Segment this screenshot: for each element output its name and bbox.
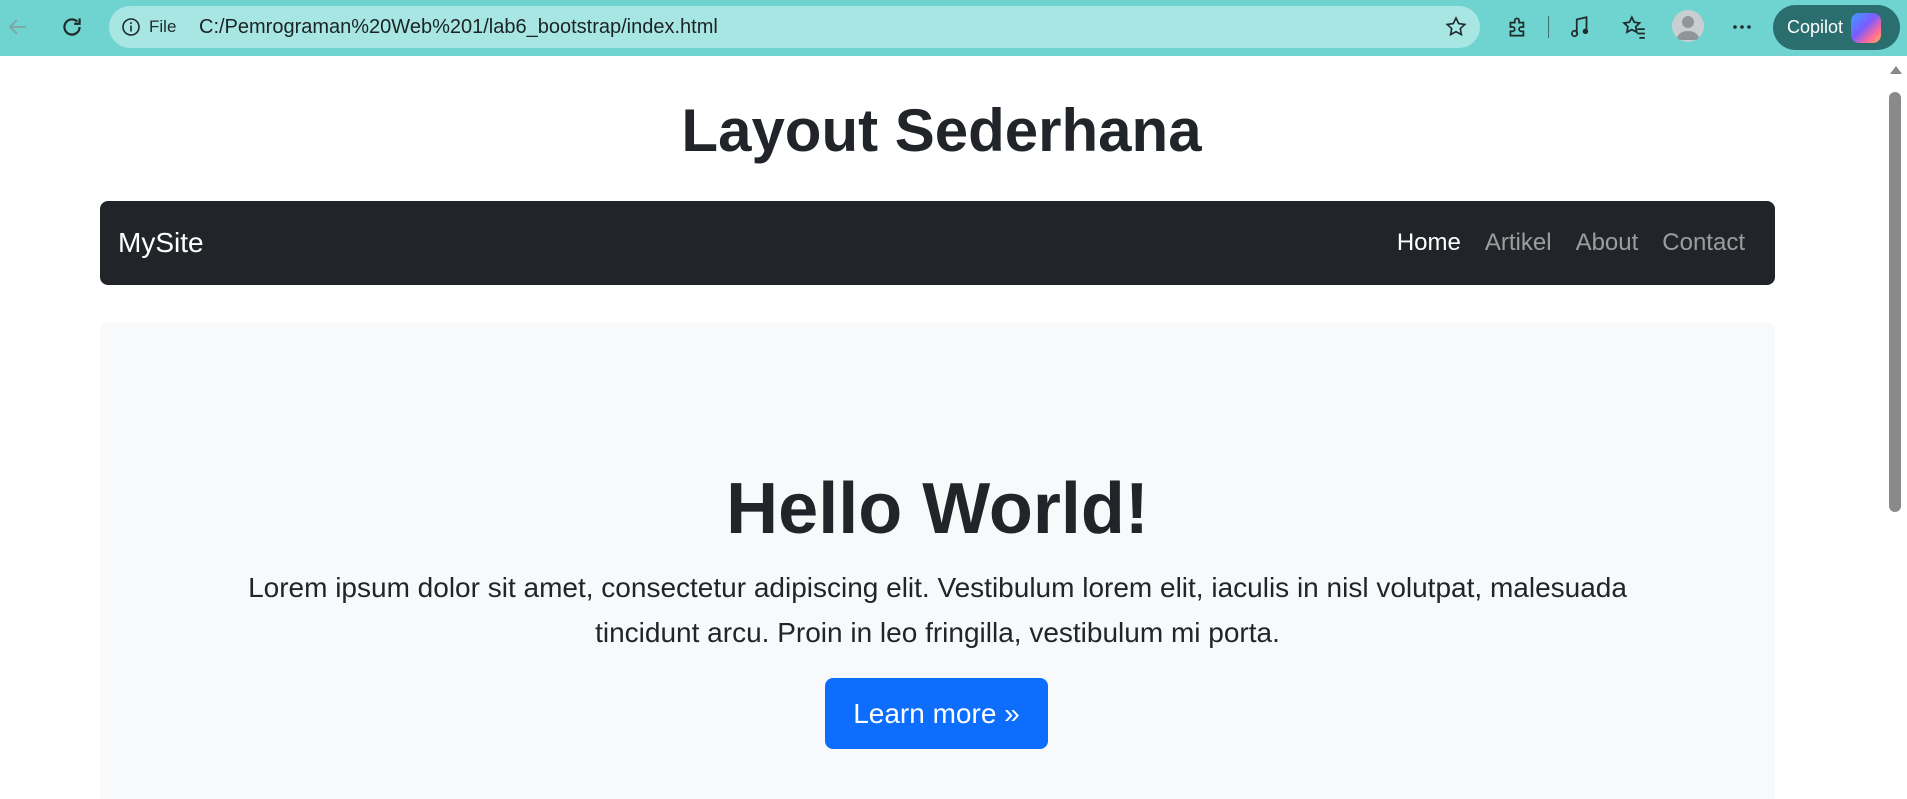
- browser-toolbar: File C:/Pemrograman%20Web%201/lab6_boots…: [0, 0, 1907, 56]
- toolbar-separator: [1548, 16, 1549, 38]
- user-icon: [1676, 16, 1700, 40]
- back-button[interactable]: [0, 9, 36, 45]
- page-title: Layout Sederhana: [681, 97, 1202, 164]
- navbar-brand[interactable]: MySite: [118, 201, 204, 285]
- favorite-star-icon[interactable]: [1444, 15, 1468, 39]
- extensions-button[interactable]: [1503, 12, 1533, 42]
- page-viewport: Layout Sederhana MySite Home Artikel Abo…: [0, 56, 1883, 799]
- scroll-up-arrow-icon[interactable]: [1890, 66, 1902, 74]
- vertical-scrollbar[interactable]: [1883, 56, 1907, 799]
- copilot-label: Copilot: [1787, 17, 1844, 37]
- nav-link-home[interactable]: Home: [1397, 229, 1461, 257]
- hero-lead-text: Lorem ipsum dolor sit amet, consectetur …: [248, 572, 1627, 648]
- profile-avatar[interactable]: [1672, 10, 1704, 42]
- hero-section: Hello World! Lorem ipsum dolor sit amet,…: [100, 322, 1775, 799]
- navbar: MySite Home Artikel About Contact: [100, 201, 1775, 285]
- site-info-button[interactable]: File: [121, 6, 176, 48]
- more-menu-button[interactable]: [1727, 12, 1757, 42]
- nav-link-artikel[interactable]: Artikel: [1485, 229, 1552, 257]
- hero-title: Hello World!: [726, 469, 1149, 549]
- reload-button[interactable]: [54, 9, 90, 45]
- copilot-button[interactable]: Copilot: [1773, 5, 1900, 50]
- nav-link-contact[interactable]: Contact: [1662, 229, 1745, 257]
- scroll-thumb[interactable]: [1889, 92, 1901, 512]
- url-text[interactable]: C:/Pemrograman%20Web%201/lab6_bootstrap/…: [199, 6, 718, 48]
- copilot-logo-icon: [1851, 12, 1882, 43]
- info-icon: [122, 18, 140, 36]
- back-arrow-icon: [8, 19, 26, 35]
- media-button[interactable]: [1565, 12, 1595, 42]
- more-dots-icon: [1733, 25, 1751, 29]
- favorites-button[interactable]: [1619, 12, 1649, 42]
- puzzle-icon: [1509, 17, 1525, 37]
- address-bar[interactable]: File C:/Pemrograman%20Web%201/lab6_boots…: [109, 6, 1480, 48]
- nav-links: Home Artikel About Contact: [1397, 201, 1745, 285]
- url-scheme-label: File: [149, 17, 177, 36]
- favorites-icon: [1622, 15, 1645, 39]
- nav-link-about[interactable]: About: [1576, 229, 1639, 257]
- learn-more-button[interactable]: Learn more »: [825, 678, 1048, 749]
- reload-icon: [63, 18, 81, 36]
- music-note-icon: [1571, 16, 1589, 38]
